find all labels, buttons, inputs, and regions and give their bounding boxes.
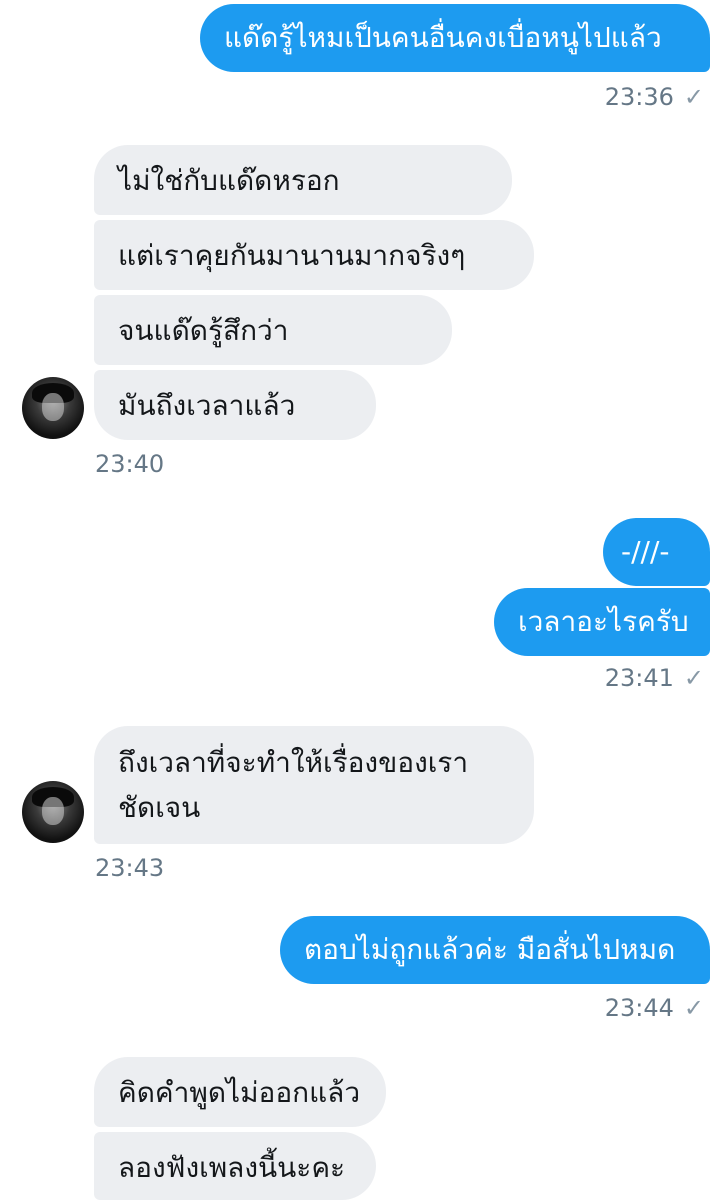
- incoming-message[interactable]: ไม่ใช่กับแด๊ดหรอก: [94, 145, 512, 215]
- sent-check-icon: ✓: [683, 994, 704, 1022]
- sent-check-icon: ✓: [683, 83, 704, 111]
- message-timestamp: 23:44 ✓: [604, 994, 704, 1022]
- message-timestamp: 23:41 ✓: [604, 664, 704, 692]
- incoming-message[interactable]: แต่เราคุยกันมานานมากจริงๆ: [94, 220, 534, 290]
- outgoing-message[interactable]: เวลาอะไรครับ: [494, 588, 710, 656]
- message-timestamp: 23:43: [95, 854, 165, 882]
- incoming-message[interactable]: มันถึงเวลาแล้ว: [94, 370, 376, 440]
- sent-check-icon: ✓: [683, 664, 704, 692]
- incoming-message[interactable]: ถึงเวลาที่จะทำให้เรื่องของเรา ชัดเจน: [94, 726, 534, 844]
- outgoing-message[interactable]: ตอบไม่ถูกแล้วค่ะ มือสั่นไปหมด: [280, 916, 710, 984]
- outgoing-message[interactable]: แด๊ดรู้ไหมเป็นคนอื่นคงเบื่อหนูไปแล้ว: [200, 4, 710, 72]
- outgoing-message[interactable]: -///-: [603, 518, 710, 586]
- message-timestamp: 23:40: [95, 450, 165, 478]
- message-timestamp: 23:36 ✓: [604, 83, 704, 111]
- incoming-message[interactable]: ลองฟังเพลงนี้นะคะ: [94, 1132, 376, 1200]
- incoming-message[interactable]: คิดคำพูดไม่ออกแล้ว: [94, 1057, 386, 1127]
- incoming-message[interactable]: จนแด๊ดรู้สึกว่า: [94, 295, 452, 365]
- contact-avatar[interactable]: [22, 377, 84, 439]
- contact-avatar[interactable]: [22, 781, 84, 843]
